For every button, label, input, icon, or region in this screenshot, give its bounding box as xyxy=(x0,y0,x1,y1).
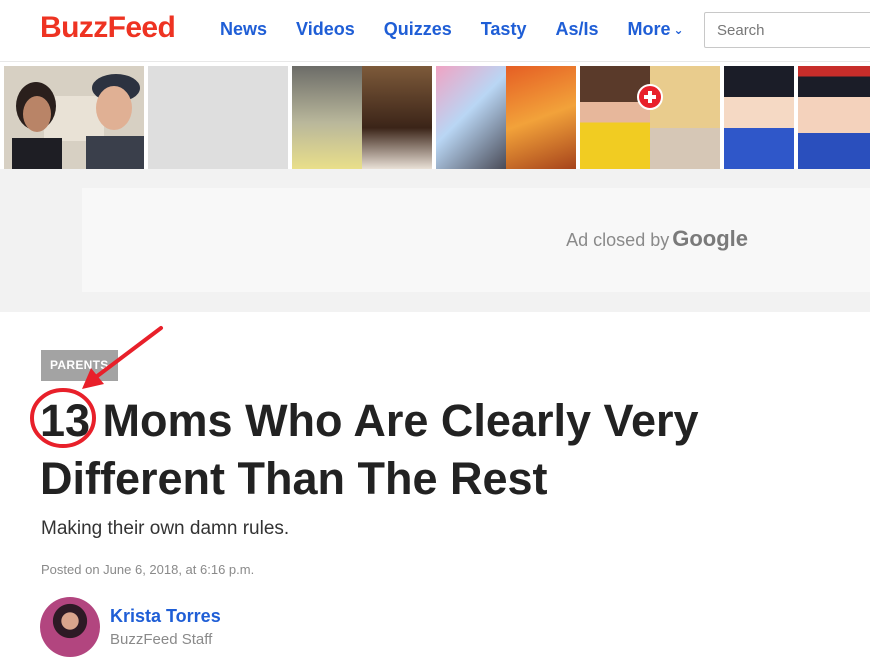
author-avatar[interactable] xyxy=(40,597,100,657)
nav-videos[interactable]: Videos xyxy=(296,19,355,40)
trending-thumbnail-6[interactable] xyxy=(724,66,870,169)
trending-strip xyxy=(0,66,870,169)
nav-quizzes[interactable]: Quizzes xyxy=(384,19,452,40)
ad-closed-message: Ad closed by Google xyxy=(566,226,748,252)
search-input[interactable] xyxy=(704,12,870,48)
trending-thumbnail-3[interactable] xyxy=(292,66,432,169)
ad-container: Ad closed by Google xyxy=(0,169,870,312)
trending-thumbnail-5[interactable] xyxy=(580,66,720,169)
trending-thumbnail-1[interactable] xyxy=(4,66,144,169)
google-logo: Google xyxy=(672,226,748,251)
nav-asis[interactable]: As/Is xyxy=(555,19,598,40)
buzzfeed-logo[interactable]: BuzzFeed xyxy=(40,11,176,45)
category-badge[interactable]: PARENTS xyxy=(41,350,118,381)
author-role: BuzzFeed Staff xyxy=(110,631,213,648)
nav-tasty[interactable]: Tasty xyxy=(481,19,527,40)
nav-more[interactable]: More ⌄ xyxy=(627,19,683,40)
article-subtitle: Making their own damn rules. xyxy=(41,518,290,539)
thumbnail-image xyxy=(4,66,144,169)
plus-badge-icon xyxy=(637,84,663,110)
trending-thumbnail-2[interactable] xyxy=(148,66,288,169)
author-name[interactable]: Krista Torres xyxy=(110,606,221,627)
posted-date: Posted on June 6, 2018, at 6:16 p.m. xyxy=(41,562,255,577)
trending-thumbnail-4[interactable] xyxy=(436,66,576,169)
nav-more-label: More xyxy=(627,19,671,39)
chevron-down-icon: ⌄ xyxy=(673,22,684,37)
ad-closed-label: Ad closed by xyxy=(566,230,670,250)
ad-slot: Ad closed by Google xyxy=(82,188,870,292)
nav-news[interactable]: News xyxy=(220,19,267,40)
article-title: 13 Moms Who Are Clearly Very Different T… xyxy=(40,395,699,504)
main-nav: News Videos Quizzes Tasty As/Is More ⌄ xyxy=(220,19,713,40)
site-header: BuzzFeed News Videos Quizzes Tasty As/Is… xyxy=(0,0,870,62)
